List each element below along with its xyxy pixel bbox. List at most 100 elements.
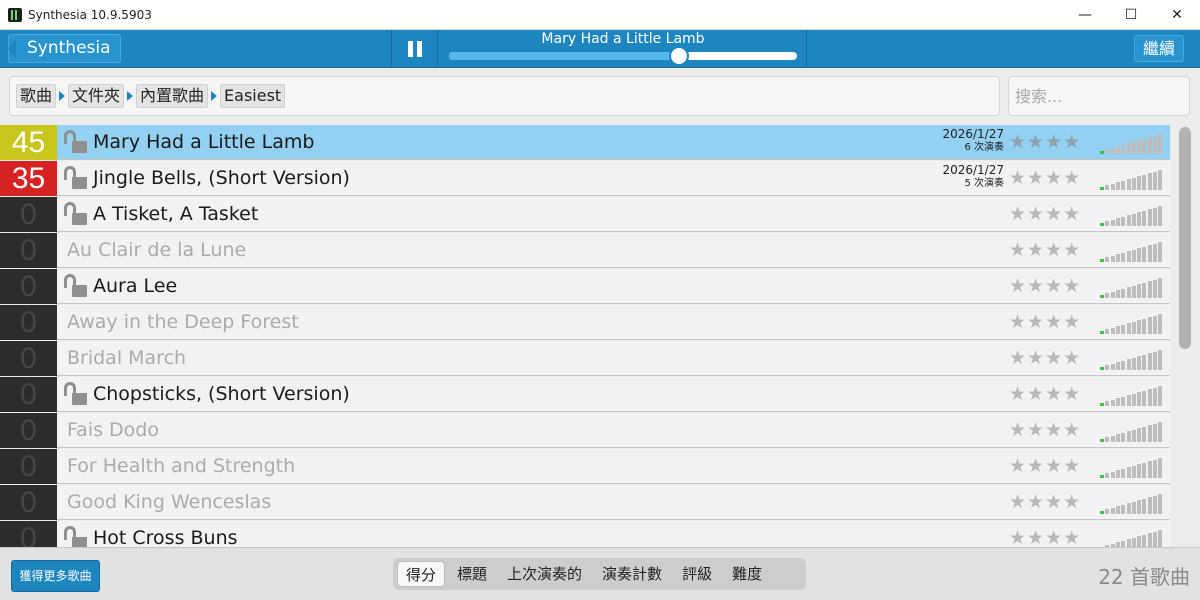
unlocked-padlock-icon [64,166,88,190]
sort-tab[interactable]: 演奏計數 [594,561,670,587]
difficulty-bar [1147,389,1152,406]
difficulty-bar [1110,183,1115,190]
difficulty-bar [1131,285,1136,298]
song-title: Fais Dodo [67,419,159,441]
difficulty-bars-icon [1100,241,1164,262]
maximize-button[interactable]: ☐ [1108,0,1154,30]
difficulty-bar [1121,288,1126,298]
song-row[interactable]: 0 Aura Lee ★★★★ [0,269,1170,304]
difficulty-bar [1115,362,1120,370]
song-total-count: 22 首歌曲 [1098,565,1190,589]
song-row[interactable]: 0 Chopsticks, (Short Version) ★★★★ [0,377,1170,412]
song-title: Jingle Bells, (Short Version) [93,167,350,189]
difficulty-bar [1153,207,1157,226]
rating-stars: ★★★★ [1009,239,1082,261]
song-last-played: 2026/1/27 5 次演奏 [942,164,1004,190]
song-title: Mary Had a Little Lamb [93,131,315,153]
difficulty-bar [1115,326,1120,334]
difficulty-bar [1142,426,1147,442]
difficulty-bar [1121,468,1126,478]
difficulty-bar [1137,248,1142,262]
get-more-songs-button[interactable]: 獲得更多歌曲 [11,560,100,592]
song-row[interactable]: 45 Mary Had a Little Lamb 2026/1/27 6 次演奏 ★★… [0,125,1170,160]
scrollbar-thumb[interactable] [1179,127,1191,349]
window-controls: — ☐ ✕ [1062,0,1200,30]
sort-tab[interactable]: 標題 [449,561,495,587]
difficulty-bar [1105,293,1110,298]
padlock-body [72,177,87,189]
playback-progress-slider[interactable] [449,46,797,66]
continue-button[interactable]: 繼續 [1133,35,1184,62]
difficulty-bar [1131,213,1136,226]
rating-stars: ★★★★ [1009,455,1082,477]
sort-tab[interactable]: 得分 [397,561,446,587]
difficulty-bar [1105,329,1110,334]
difficulty-bar [1137,320,1142,334]
difficulty-bar [1105,401,1110,406]
now-playing-title: Mary Had a Little Lamb [541,31,705,47]
rating-stars: ★★★★ [1009,527,1082,547]
song-row[interactable]: 0 Hot Cross Buns ★★★★ [0,521,1170,547]
difficulty-bar [1153,315,1157,334]
difficulty-bar [1142,174,1147,190]
difficulty-bar [1121,216,1126,226]
difficulty-bar [1158,421,1163,442]
difficulty-bar [1147,173,1152,190]
song-row[interactable]: 0 For Health and Strength ★★★★ [0,449,1170,484]
song-row[interactable]: 0 A Tisket, A Tasket ★★★★ [0,197,1170,232]
synthesia-app-icon [8,7,22,22]
difficulty-bar [1131,177,1136,190]
playback-progress-thumb[interactable] [668,46,689,66]
difficulty-bar [1115,506,1120,514]
difficulty-bar [1100,331,1104,334]
song-list-scrollbar[interactable] [1177,125,1195,547]
difficulty-bar [1110,471,1115,478]
breadcrumb-item[interactable]: 歌曲 [16,84,57,108]
difficulty-bar [1158,205,1163,226]
difficulty-bar [1110,507,1115,514]
difficulty-bar [1126,467,1131,478]
sort-tab[interactable]: 評級 [674,561,720,587]
close-button[interactable]: ✕ [1154,0,1200,30]
song-row[interactable]: 0 Fais Dodo ★★★★ [0,413,1170,448]
sort-tab[interactable]: 上次演奏的 [499,561,590,587]
song-score: 0 [0,269,57,304]
difficulty-bar [1153,531,1157,547]
song-title: Hot Cross Buns [93,527,238,547]
breadcrumb-item[interactable]: Easiest [220,84,286,108]
breadcrumb-item[interactable]: 內置歌曲 [136,84,209,108]
pause-button[interactable] [392,30,437,68]
sort-tab[interactable]: 難度 [724,561,770,587]
difficulty-bar [1110,291,1115,298]
rating-stars: ★★★★ [1009,311,1082,333]
rating-stars: ★★★★ [1009,383,1082,405]
song-title: Chopsticks, (Short Version) [93,383,350,405]
difficulty-bars-icon [1100,421,1164,442]
minimize-button[interactable]: — [1062,0,1108,30]
difficulty-bar [1147,137,1152,154]
difficulty-bar [1158,241,1163,262]
difficulty-bar [1121,180,1126,190]
difficulty-bar [1126,251,1131,262]
breadcrumb-arrow-icon [127,91,134,101]
difficulty-bar [1142,534,1147,547]
difficulty-bar [1100,187,1104,190]
search-input[interactable] [1008,76,1190,116]
back-button[interactable]: Synthesia [8,34,121,63]
difficulty-bar [1115,434,1120,442]
song-row[interactable]: 0 Bridal March ★★★★ [0,341,1170,376]
difficulty-bar [1110,147,1115,154]
song-row[interactable]: 0 Good King Wenceslas ★★★★ [0,485,1170,520]
song-row[interactable]: 35 Jingle Bells, (Short Version) 2026/1/27… [0,161,1170,196]
song-row[interactable]: 0 Away in the Deep Forest ★★★★ [0,305,1170,340]
song-row[interactable]: 0 Au Clair de la Lune ★★★★ [0,233,1170,268]
difficulty-bar [1153,495,1157,514]
breadcrumb-arrow-icon [59,91,66,101]
difficulty-bar [1131,393,1136,406]
difficulty-bar [1126,359,1131,370]
breadcrumb-item[interactable]: 文件夾 [68,84,125,108]
difficulty-bar [1115,218,1120,226]
unlocked-padlock-icon [64,382,88,406]
breadcrumb: 歌曲 文件夾 內置歌曲 Easiest [9,76,1000,116]
difficulty-bar [1131,249,1136,262]
